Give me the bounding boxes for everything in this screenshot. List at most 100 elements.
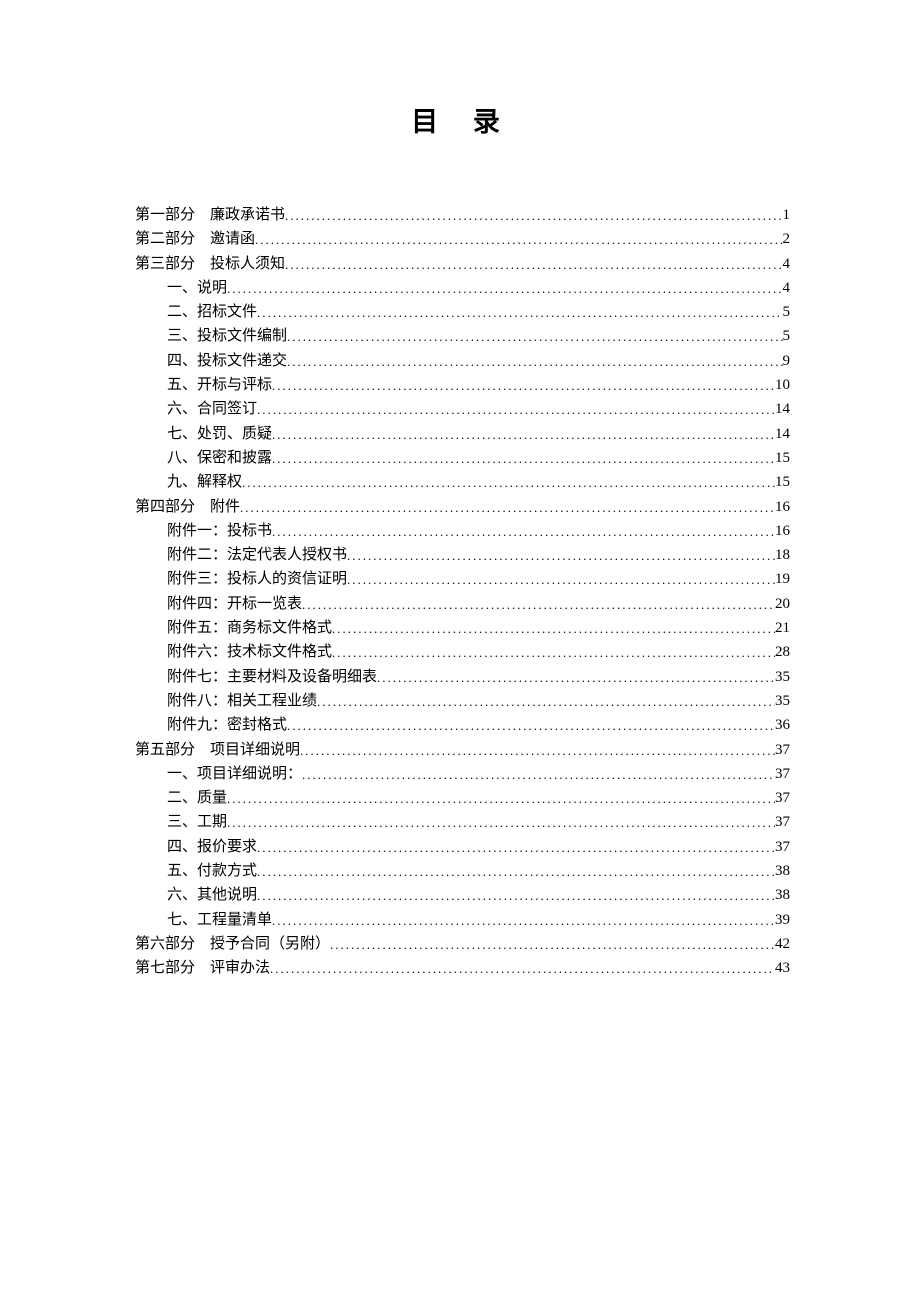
toc-leader-dots xyxy=(302,593,775,617)
toc-list: 第一部分 廉政承诺书 1 第二部分 邀请函 2 第三部分 投标人须知 4一、说明4二、招标… xyxy=(135,203,790,981)
toc-leader-dots xyxy=(257,836,775,860)
toc-entry-label: 一、说明 xyxy=(167,276,227,300)
toc-leader-dots xyxy=(287,325,782,349)
toc-entry: 第三部分 投标人须知 4 xyxy=(135,252,790,276)
toc-entry-label: 附件九：密封格式 xyxy=(167,713,287,737)
toc-leader-dots xyxy=(302,763,775,787)
toc-entry-label: 一、项目详细说明： xyxy=(167,762,302,786)
toc-entry-page: 37 xyxy=(775,738,790,762)
toc-entry: 第七部分 评审办法 43 xyxy=(135,956,790,980)
toc-entry-page: 21 xyxy=(775,616,790,640)
toc-entry-label: 三、工期 xyxy=(167,810,227,834)
toc-leader-dots xyxy=(285,253,782,277)
toc-leader-dots xyxy=(240,496,775,520)
toc-entry: 二、质量 37 xyxy=(135,786,790,810)
toc-entry: 五、开标与评标10 xyxy=(135,373,790,397)
toc-entry-page: 35 xyxy=(775,665,790,689)
toc-entry-page: 38 xyxy=(775,883,790,907)
toc-entry: 三、投标文件编制 5 xyxy=(135,324,790,348)
toc-entry-label: 第七部分 评审办法 xyxy=(135,956,270,980)
toc-entry: 第六部分 授予合同（另附）42 xyxy=(135,932,790,956)
toc-entry: 九、解释权 15 xyxy=(135,470,790,494)
toc-entry-label: 附件二：法定代表人授权书 xyxy=(167,543,347,567)
toc-entry-label: 第四部分 附件 xyxy=(135,495,240,519)
toc-entry: 三、工期37 xyxy=(135,810,790,834)
toc-entry-page: 5 xyxy=(783,324,791,348)
toc-leader-dots xyxy=(377,666,775,690)
toc-entry: 第二部分 邀请函 2 xyxy=(135,227,790,251)
toc-entry: 附件六：技术标文件格式 28 xyxy=(135,640,790,664)
toc-entry-label: 附件八：相关工程业绩 xyxy=(167,689,317,713)
toc-entry: 四、投标文件递交 9 xyxy=(135,349,790,373)
toc-entry-label: 第一部分 廉政承诺书 xyxy=(135,203,285,227)
toc-entry-label: 八、保密和披露 xyxy=(167,446,272,470)
toc-entry-page: 14 xyxy=(775,422,790,446)
toc-entry-page: 2 xyxy=(783,227,791,251)
toc-entry-page: 5 xyxy=(783,300,791,324)
toc-leader-dots xyxy=(257,884,775,908)
toc-entry-label: 二、招标文件 xyxy=(167,300,257,324)
toc-entry-page: 1 xyxy=(783,203,791,227)
toc-entry-label: 四、投标文件递交 xyxy=(167,349,287,373)
toc-entry: 七、工程量清单 39 xyxy=(135,908,790,932)
toc-entry-label: 九、解释权 xyxy=(167,470,242,494)
toc-entry: 六、合同签订14 xyxy=(135,397,790,421)
toc-entry-label: 第二部分 邀请函 xyxy=(135,227,255,251)
toc-leader-dots xyxy=(257,301,782,325)
toc-entry: 七、处罚、质疑14 xyxy=(135,422,790,446)
toc-entry: 附件三：投标人的资信证明19 xyxy=(135,567,790,591)
toc-entry-page: 39 xyxy=(775,908,790,932)
toc-entry-page: 14 xyxy=(775,397,790,421)
toc-entry-page: 36 xyxy=(775,713,790,737)
toc-entry-page: 16 xyxy=(775,495,790,519)
toc-entry-label: 五、开标与评标 xyxy=(167,373,272,397)
toc-leader-dots xyxy=(332,617,775,641)
toc-entry-page: 28 xyxy=(775,640,790,664)
toc-entry-label: 附件六：技术标文件格式 xyxy=(167,640,332,664)
toc-entry: 第一部分 廉政承诺书 1 xyxy=(135,203,790,227)
toc-leader-dots xyxy=(285,204,782,228)
toc-leader-dots xyxy=(242,471,775,495)
toc-entry-page: 37 xyxy=(775,835,790,859)
toc-entry-page: 15 xyxy=(775,470,790,494)
toc-entry: 四、报价要求 37 xyxy=(135,835,790,859)
toc-entry-label: 附件四：开标一览表 xyxy=(167,592,302,616)
toc-entry: 二、招标文件 5 xyxy=(135,300,790,324)
toc-entry: 第五部分 项目详细说明 37 xyxy=(135,738,790,762)
toc-entry-label: 五、付款方式 xyxy=(167,859,257,883)
toc-entry-page: 18 xyxy=(775,543,790,567)
toc-entry-page: 37 xyxy=(775,786,790,810)
toc-leader-dots xyxy=(272,423,775,447)
toc-entry: 附件二：法定代表人授权书 18 xyxy=(135,543,790,567)
toc-leader-dots xyxy=(272,374,775,398)
toc-entry-label: 附件五：商务标文件格式 xyxy=(167,616,332,640)
toc-leader-dots xyxy=(227,811,775,835)
toc-entry: 六、其他说明 38 xyxy=(135,883,790,907)
toc-entry-label: 第三部分 投标人须知 xyxy=(135,252,285,276)
toc-entry-label: 三、投标文件编制 xyxy=(167,324,287,348)
toc-entry-page: 38 xyxy=(775,859,790,883)
toc-entry-page: 20 xyxy=(775,592,790,616)
toc-entry: 附件七：主要材料及设备明细表35 xyxy=(135,665,790,689)
toc-entry: 五、付款方式 38 xyxy=(135,859,790,883)
toc-entry-page: 9 xyxy=(783,349,791,373)
toc-entry-page: 43 xyxy=(775,956,790,980)
toc-entry-page: 35 xyxy=(775,689,790,713)
toc-entry-label: 附件一：投标书 xyxy=(167,519,272,543)
toc-entry-label: 第五部分 项目详细说明 xyxy=(135,738,300,762)
toc-entry-label: 六、其他说明 xyxy=(167,883,257,907)
toc-leader-dots xyxy=(227,787,775,811)
toc-leader-dots xyxy=(287,714,775,738)
toc-leader-dots xyxy=(300,739,775,763)
toc-entry-page: 4 xyxy=(783,252,791,276)
toc-leader-dots xyxy=(227,277,782,301)
toc-entry-label: 七、工程量清单 xyxy=(167,908,272,932)
toc-entry: 附件五：商务标文件格式 21 xyxy=(135,616,790,640)
toc-entry-label: 二、质量 xyxy=(167,786,227,810)
toc-entry: 一、说明4 xyxy=(135,276,790,300)
toc-entry-label: 四、报价要求 xyxy=(167,835,257,859)
toc-leader-dots xyxy=(257,398,775,422)
toc-leader-dots xyxy=(272,447,775,471)
toc-leader-dots xyxy=(272,520,775,544)
toc-entry: 附件四：开标一览表 20 xyxy=(135,592,790,616)
